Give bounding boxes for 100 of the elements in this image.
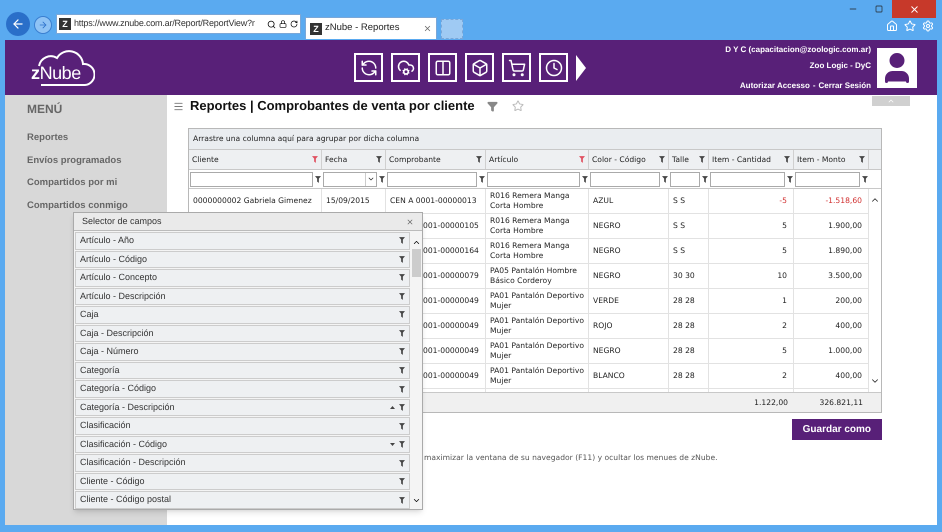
- filter-icon[interactable]: [399, 422, 405, 430]
- authorize-access-link[interactable]: Autorizar Accesso: [740, 80, 810, 92]
- avatar[interactable]: [877, 48, 917, 88]
- next-arrow-icon[interactable]: [576, 55, 586, 81]
- filter-icon[interactable]: [699, 156, 705, 163]
- company-name: Zoo Logic - DyC: [810, 60, 871, 72]
- filter-icon[interactable]: [379, 176, 385, 182]
- filter-icon[interactable]: [376, 156, 382, 163]
- filter-icon[interactable]: [399, 460, 405, 467]
- cloud-gear-icon: [396, 58, 415, 76]
- filter-icon[interactable]: [659, 156, 665, 163]
- filter-icon[interactable]: [862, 176, 868, 182]
- site-icon: Z: [59, 18, 71, 30]
- address-bar[interactable]: Z https://www.znube.com.ar/Report/ReportView?r: [56, 14, 301, 34]
- sidebar-item[interactable]: Envíos programados: [27, 154, 122, 166]
- filter-icon[interactable]: [399, 292, 405, 300]
- sort-down-icon[interactable]: [390, 443, 395, 446]
- filter-icon[interactable]: [399, 478, 405, 486]
- filter-icon[interactable]: [702, 176, 708, 182]
- page-title: Reportes | Comprobantes de venta por cliente: [190, 97, 475, 116]
- filter-input[interactable]: [387, 172, 477, 186]
- chevron-up-icon: [887, 97, 895, 105]
- filter-icon[interactable]: [582, 176, 588, 182]
- field-item[interactable]: Clasificación - Descripción: [75, 454, 410, 472]
- filter-input[interactable]: [590, 172, 660, 186]
- close-button[interactable]: [892, 0, 936, 18]
- caret-icon: [367, 175, 375, 183]
- logo[interactable]: zNube: [27, 46, 95, 88]
- logout-link[interactable]: Cerrar Sesión: [818, 80, 871, 92]
- cloud-gear-button[interactable]: [391, 53, 420, 82]
- filter-icon[interactable]: [399, 311, 405, 318]
- filter-icon[interactable]: [399, 348, 405, 356]
- field-item[interactable]: Caja - Número: [75, 343, 410, 361]
- lock-icon: [279, 20, 287, 28]
- filter-icon[interactable]: [859, 156, 865, 163]
- field-item[interactable]: Clasificación: [75, 417, 410, 435]
- box-icon: [470, 58, 489, 76]
- filter-icon[interactable]: [399, 330, 405, 337]
- scroll-up-icon[interactable]: [412, 238, 420, 247]
- forward-arrow-icon: [38, 20, 48, 30]
- filter-icon[interactable]: [399, 237, 405, 244]
- filter-icon[interactable]: [479, 176, 485, 182]
- separator-text: -: [812, 80, 816, 92]
- field-item[interactable]: Categoría - Descripción: [75, 398, 410, 416]
- filter-icon[interactable]: [784, 156, 790, 163]
- maximize-icon: [875, 5, 883, 13]
- filter-input[interactable]: [670, 172, 700, 186]
- logo-text: zNube: [31, 62, 81, 82]
- refresh-icon[interactable]: [290, 20, 298, 28]
- filter-icon[interactable]: [315, 176, 321, 182]
- dialog-title: Selector de campos: [82, 214, 162, 228]
- filter-icon[interactable]: [399, 441, 405, 448]
- filter-icon[interactable]: [399, 404, 405, 412]
- field-item[interactable]: Categoría - Código: [75, 380, 410, 398]
- filter-icon[interactable]: [787, 176, 793, 182]
- filter-icon[interactable]: [399, 496, 405, 504]
- user-email: D Y C (capacitacion@zoologic.com.ar): [725, 44, 871, 56]
- columns-button[interactable]: [428, 53, 458, 82]
- tab-title: zNube - Reportes: [325, 21, 400, 36]
- close-icon: [908, 4, 920, 14]
- cart-icon: [508, 58, 526, 76]
- address-text: https://www.znube.com.ar/Report/ReportView?r: [74, 17, 255, 30]
- field-item[interactable]: Artículo - Año: [75, 232, 410, 250]
- scroll-thumb[interactable]: [412, 249, 420, 277]
- sidebar-item[interactable]: Compartidos por mi: [27, 177, 118, 188]
- field-item[interactable]: Artículo - Concepto: [75, 269, 410, 287]
- filter-icon[interactable]: [662, 176, 668, 182]
- search-icon[interactable]: [267, 20, 276, 28]
- sort-up-icon[interactable]: [390, 406, 395, 410]
- sidebar-item[interactable]: Compartidos conmigo: [27, 200, 128, 210]
- field-item[interactable]: Artículo - Código: [75, 250, 410, 268]
- field-item[interactable]: Cliente - Código postal: [75, 491, 410, 509]
- field-item[interactable]: Caja: [75, 306, 410, 324]
- filter-input[interactable]: [710, 172, 785, 186]
- close-icon[interactable]: [423, 24, 432, 33]
- field-item[interactable]: Clasificación - Código: [75, 436, 410, 454]
- field-item[interactable]: Categoría: [75, 362, 410, 380]
- menu-icon[interactable]: [173, 100, 184, 112]
- field-item[interactable]: Caja - Descripción: [75, 324, 410, 342]
- filter-icon[interactable]: [476, 156, 482, 163]
- close-icon[interactable]: [406, 218, 414, 226]
- clock-button[interactable]: [539, 53, 568, 82]
- browser-tab[interactable]: Z zNube - Reportes: [305, 17, 437, 39]
- cart-button[interactable]: [502, 53, 532, 82]
- refresh-button[interactable]: [354, 53, 384, 82]
- save-as-button[interactable]: Guardar como: [792, 419, 882, 440]
- filter-icon[interactable]: [399, 274, 405, 282]
- field-item[interactable]: Cliente - Código: [75, 472, 410, 490]
- columns-icon: [434, 58, 452, 76]
- filter-icon[interactable]: [399, 256, 405, 263]
- scroll-down-icon[interactable]: [412, 496, 420, 505]
- back-button[interactable]: [6, 12, 30, 36]
- sidebar-item[interactable]: Reportes: [27, 132, 68, 143]
- box-button[interactable]: [465, 53, 494, 82]
- filter-icon[interactable]: [399, 386, 405, 393]
- filter-icon[interactable]: [399, 366, 405, 374]
- filter-input[interactable]: [795, 172, 860, 186]
- filter-input[interactable]: [487, 172, 580, 186]
- filter-input[interactable]: [190, 172, 313, 186]
- field-item[interactable]: Artículo - Descripción: [75, 288, 410, 306]
